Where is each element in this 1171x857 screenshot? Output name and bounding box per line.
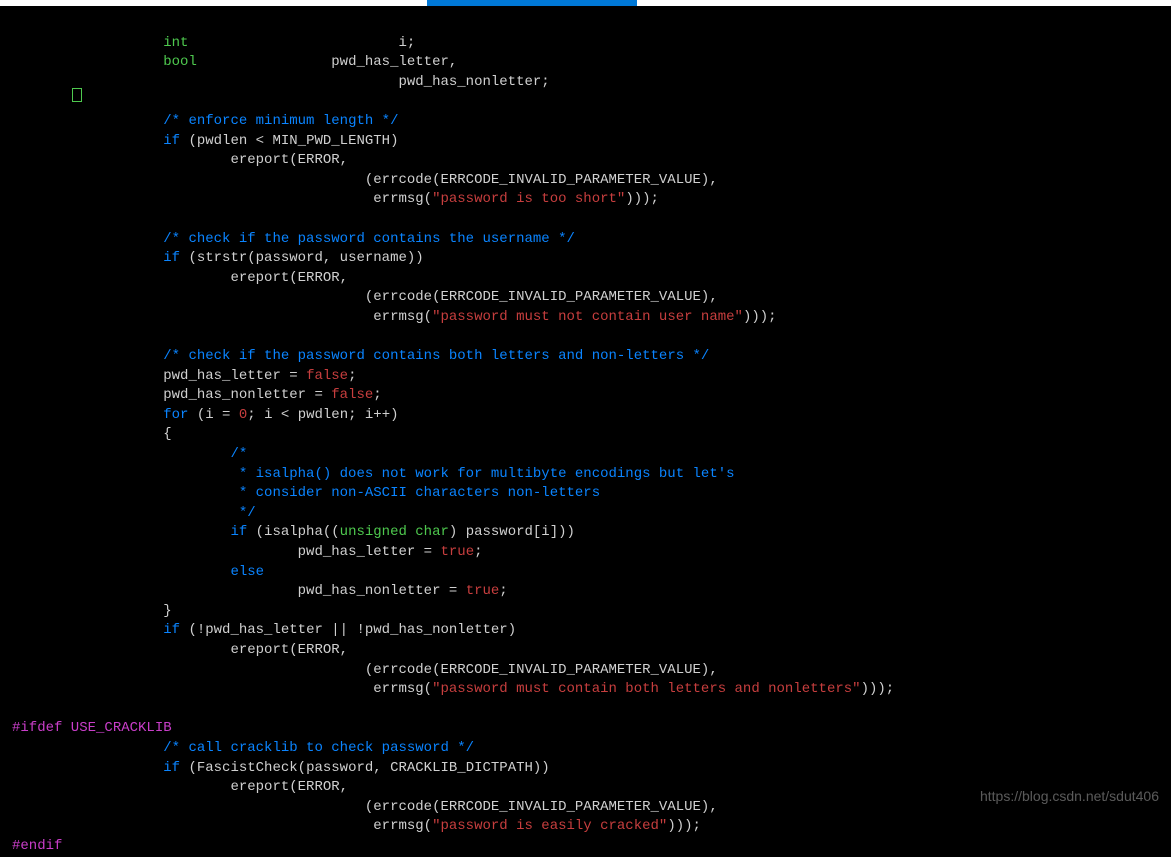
code-line: errmsg("password is too short"))); [12, 191, 659, 207]
code-line: #ifdef USE_CRACKLIB [12, 720, 172, 736]
string-literal: "password must not contain user name" [432, 309, 743, 325]
code-line: if (isalpha((unsigned char) password[i])… [12, 524, 575, 540]
comment: /* check if the password contains both l… [163, 348, 709, 364]
code-line: (errcode(ERRCODE_INVALID_PARAMETER_VALUE… [12, 289, 718, 305]
code-line: /* enforce minimum length */ [12, 113, 398, 129]
blank-line [12, 211, 20, 227]
code-line: bool pwd_has_letter, [12, 54, 457, 70]
code-editor[interactable]: int i; bool pwd_has_letter, pwd_has_nonl… [12, 14, 894, 857]
code-line: if (strstr(password, username)) [12, 250, 424, 266]
keyword-type: int [163, 35, 188, 51]
keyword-if: if [163, 760, 180, 776]
keyword-if: if [163, 250, 180, 266]
string-literal: "password must contain both letters and … [432, 681, 860, 697]
code-line: errmsg("password must not contain user n… [12, 309, 777, 325]
code-line: ereport(ERROR, [12, 152, 348, 168]
boolean-false: false [306, 368, 348, 384]
code-line: pwd_has_letter = true; [12, 544, 483, 560]
comment: * isalpha() does not work for multibyte … [230, 466, 734, 482]
comment: */ [230, 505, 255, 521]
code-line: for (i = 0; i < pwdlen; i++) [12, 407, 399, 423]
code-line: ereport(ERROR, [12, 270, 348, 286]
code-line: */ [12, 505, 256, 521]
code-line: #endif [12, 838, 62, 854]
active-tab-indicator[interactable] [427, 0, 637, 6]
blank-line [12, 329, 20, 345]
keyword-if: if [163, 622, 180, 638]
code-line: /* check if the password contains the us… [12, 231, 575, 247]
window-titlebar [0, 0, 1171, 6]
keyword-else: else [230, 564, 264, 580]
blank-line [12, 701, 20, 717]
comment: /* [230, 446, 247, 462]
preprocessor: #endif [12, 838, 62, 854]
code-line: /* call cracklib to check password */ [12, 740, 474, 756]
code-line: { [12, 426, 172, 442]
comment: * consider non-ASCII characters non-lett… [230, 485, 600, 501]
code-line: if (FascistCheck(password, CRACKLIB_DICT… [12, 760, 550, 776]
code-line: int i; [12, 35, 415, 51]
code-line: else [12, 564, 264, 580]
code-line: if (pwdlen < MIN_PWD_LENGTH) [12, 133, 398, 149]
keyword-type: bool [163, 54, 197, 70]
comment: /* enforce minimum length */ [163, 113, 398, 129]
boolean-false: false [331, 387, 373, 403]
watermark-text: https://blog.csdn.net/sdut406 [980, 787, 1159, 807]
code-line: /* [12, 446, 247, 462]
boolean-true: true [466, 583, 500, 599]
code-line: ereport(ERROR, [12, 642, 348, 658]
code-line: pwd_has_letter = false; [12, 368, 356, 384]
code-line: * isalpha() does not work for multibyte … [12, 466, 735, 482]
code-line: if (!pwd_has_letter || !pwd_has_nonlette… [12, 622, 516, 638]
code-line: * consider non-ASCII characters non-lett… [12, 485, 600, 501]
code-line: errmsg("password is easily cracked"))); [12, 818, 701, 834]
string-literal: "password is easily cracked" [432, 818, 667, 834]
code-line: (errcode(ERRCODE_INVALID_PARAMETER_VALUE… [12, 662, 718, 678]
blank-line [12, 93, 20, 109]
code-line: } [12, 603, 172, 619]
preprocessor: #ifdef USE_CRACKLIB [12, 720, 172, 736]
boolean-true: true [440, 544, 474, 560]
comment: /* check if the password contains the us… [163, 231, 575, 247]
keyword-if: if [163, 133, 180, 149]
string-literal: "password is too short" [432, 191, 625, 207]
keyword-for: for [163, 407, 188, 423]
keyword-if: if [230, 524, 247, 540]
code-line: (errcode(ERRCODE_INVALID_PARAMETER_VALUE… [12, 799, 718, 815]
keyword-type: unsigned char [340, 524, 449, 540]
code-line: pwd_has_nonletter; [12, 74, 550, 90]
code-line: ereport(ERROR, [12, 779, 348, 795]
code-line: pwd_has_nonletter = true; [12, 583, 508, 599]
code-line: pwd_has_nonletter = false; [12, 387, 382, 403]
comment: /* call cracklib to check password */ [163, 740, 474, 756]
code-line: (errcode(ERRCODE_INVALID_PARAMETER_VALUE… [12, 172, 718, 188]
code-line: errmsg("password must contain both lette… [12, 681, 894, 697]
code-line: /* check if the password contains both l… [12, 348, 709, 364]
